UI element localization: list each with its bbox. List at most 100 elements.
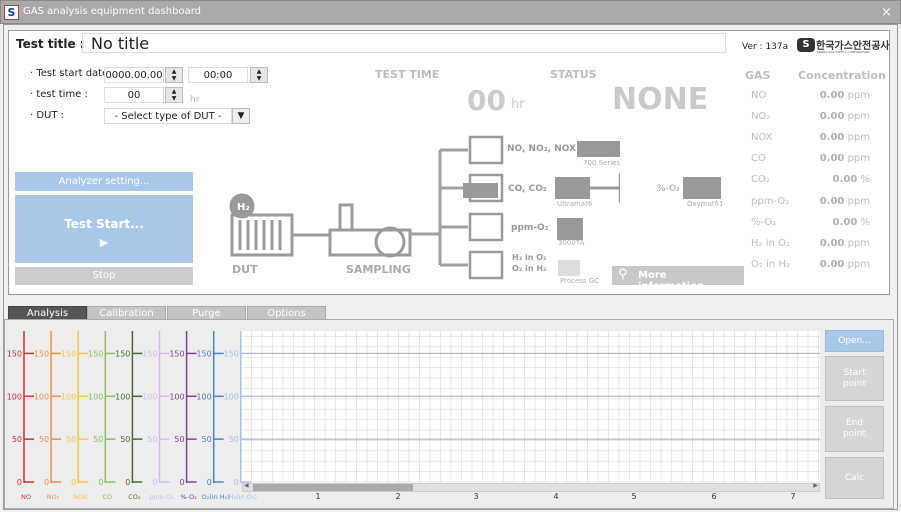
y-tick-label: 0	[44, 478, 49, 487]
kgs-logo-icon: S	[797, 38, 815, 52]
y-tick-label: 150	[142, 349, 157, 358]
y-tick-label: 50	[147, 435, 157, 444]
y-tick-label: 0	[98, 478, 103, 487]
test-time-input[interactable]: 00	[104, 87, 164, 103]
gas-name: CO	[751, 153, 766, 165]
test-time-value: 00	[467, 84, 506, 117]
y-tick-label: 100	[34, 392, 49, 401]
gas-value: 0.00	[819, 258, 845, 270]
gas-value: 0.00	[819, 132, 845, 144]
y-tick-label: 150	[34, 349, 49, 358]
gas-value: 0.00	[819, 195, 845, 207]
y-tick-label: 150	[88, 349, 103, 358]
branch-3-device: 3000TA	[558, 239, 585, 247]
x-tick-label: 5	[631, 492, 636, 501]
x-tick-label: 6	[711, 492, 716, 501]
gas-concentration: 0.00 ppm	[790, 132, 870, 143]
axis-name-label: ppm-O₂	[149, 493, 174, 501]
dut-caption: DUT	[232, 263, 258, 276]
calc-button[interactable]: Calc	[825, 457, 884, 499]
chevron-down-icon[interactable]: ▼	[232, 108, 250, 124]
dut-select[interactable]: - Select type of DUT -	[104, 108, 232, 124]
gas-name: NO₂	[751, 111, 771, 123]
gas-name: %-O₂	[751, 216, 777, 228]
x-tick-label: 1	[315, 492, 320, 501]
axis-name-label: CO₂	[128, 493, 141, 501]
scrollbar-thumb[interactable]	[253, 484, 413, 491]
gas-name: H₂ in O₂	[751, 237, 790, 249]
branch-2-gases: CO, CO₂	[508, 184, 547, 194]
test-title-input[interactable]: No title	[82, 33, 726, 53]
y-tick-label: 100	[61, 392, 76, 401]
gas-concentration: 0.00 ppm	[790, 196, 870, 207]
analyzer-setting-button[interactable]: Analyzer setting...	[15, 172, 193, 191]
gas-unit: %	[860, 216, 870, 228]
y-tick-label: 50	[39, 435, 49, 444]
title-bar: S GAS analysis equipment dashboard ×	[0, 0, 901, 24]
tab-calibration[interactable]: Calibration	[87, 306, 166, 320]
gas-name: ppm-O₂	[751, 195, 790, 207]
y-tick-label: 0	[207, 478, 212, 487]
tab-options[interactable]: Options	[247, 306, 326, 320]
start-point-button[interactable]: Start point	[825, 356, 884, 401]
more-information-button[interactable]: ⚲ More information...	[612, 266, 744, 292]
gas-value: 0.00	[832, 174, 858, 186]
axis-name-label: O₂(in H₂)	[202, 493, 230, 501]
axis-name-label: NO	[21, 493, 31, 501]
gas-concentration: 0.00 %	[790, 217, 870, 228]
gas-name: O₂ in H₂	[751, 258, 790, 270]
axis-name-label: NO₂	[47, 493, 60, 501]
tab-analysis[interactable]: Analysis	[8, 306, 87, 320]
start-time-spinner[interactable]: ▲ ▼	[250, 67, 268, 83]
y-tick-label: 100	[169, 392, 184, 401]
y-tick-label: 0	[234, 478, 239, 487]
gas-name: NO	[751, 90, 767, 101]
start-date-spinner[interactable]: ▲ ▼	[165, 67, 183, 83]
gas-value: 0.00	[819, 153, 845, 165]
y-tick-label: 100	[88, 392, 103, 401]
gas-concentration: 0.00 ppm	[790, 111, 870, 122]
gas-value: 0.00	[832, 216, 858, 228]
tab-purge[interactable]: Purge	[167, 306, 246, 320]
end-point-button[interactable]: End point	[825, 406, 884, 452]
x-tick-label: 4	[553, 492, 558, 501]
gas-unit: ppm	[847, 195, 870, 207]
y-tick-label: 50	[12, 435, 22, 444]
y-tick-label: 50	[93, 435, 103, 444]
horizontal-scrollbar[interactable]: ◀ ▶	[242, 482, 820, 492]
gas-value: 0.00	[819, 111, 845, 123]
gas-value: 0.00	[819, 237, 845, 249]
test-time-header: TEST TIME	[375, 68, 440, 81]
window-title: GAS analysis equipment dashboard	[23, 6, 201, 17]
logo-subtext: KOREA GAS SAFETY CORPORATION	[817, 50, 870, 54]
test-start-button[interactable]: Test Start... ▶	[15, 195, 193, 263]
axis-name-label: %-O₂	[180, 493, 197, 501]
start-time-input[interactable]: 00:00	[188, 67, 248, 83]
h2-label: H₂	[237, 202, 250, 213]
y-tick-label: 150	[224, 349, 239, 358]
y-tick-label: 0	[17, 478, 22, 487]
branch-4-gases: H₂ in O₂	[512, 253, 547, 262]
branch-1-device: 700 Series	[583, 159, 621, 167]
y-tick-label: 100	[196, 392, 211, 401]
branch-2-gases-2: %-O₂	[657, 184, 680, 194]
test-time-unit: hr	[190, 95, 200, 105]
open-button[interactable]: Open...	[825, 330, 884, 352]
y-tick-label: 150	[115, 349, 130, 358]
stop-button[interactable]: Stop	[15, 267, 193, 285]
scroll-right-icon[interactable]: ▶	[813, 482, 818, 489]
branch-4-device: Process GC	[560, 277, 600, 285]
y-tick-label: 150	[196, 349, 211, 358]
branch-1-gases: NO, NO₂, NOX	[507, 144, 577, 154]
close-icon[interactable]: ×	[881, 5, 892, 20]
test-time-spinner[interactable]: ▲ ▼	[165, 87, 183, 103]
gas-concentration: 0.00 ppm	[790, 238, 870, 249]
version-label: Ver : 137a	[742, 42, 789, 52]
gas-name: CO₂	[751, 174, 770, 186]
start-date-input[interactable]: 0000.00.00	[104, 67, 164, 83]
scroll-left-icon[interactable]: ◀	[244, 482, 249, 489]
system-diagram: DUT H₂ SAMPLING	[229, 135, 620, 280]
gas-header: GAS	[745, 69, 771, 82]
search-icon: ⚲	[618, 267, 628, 282]
branch-4-gases-2: O₂ in H₂	[512, 264, 547, 273]
